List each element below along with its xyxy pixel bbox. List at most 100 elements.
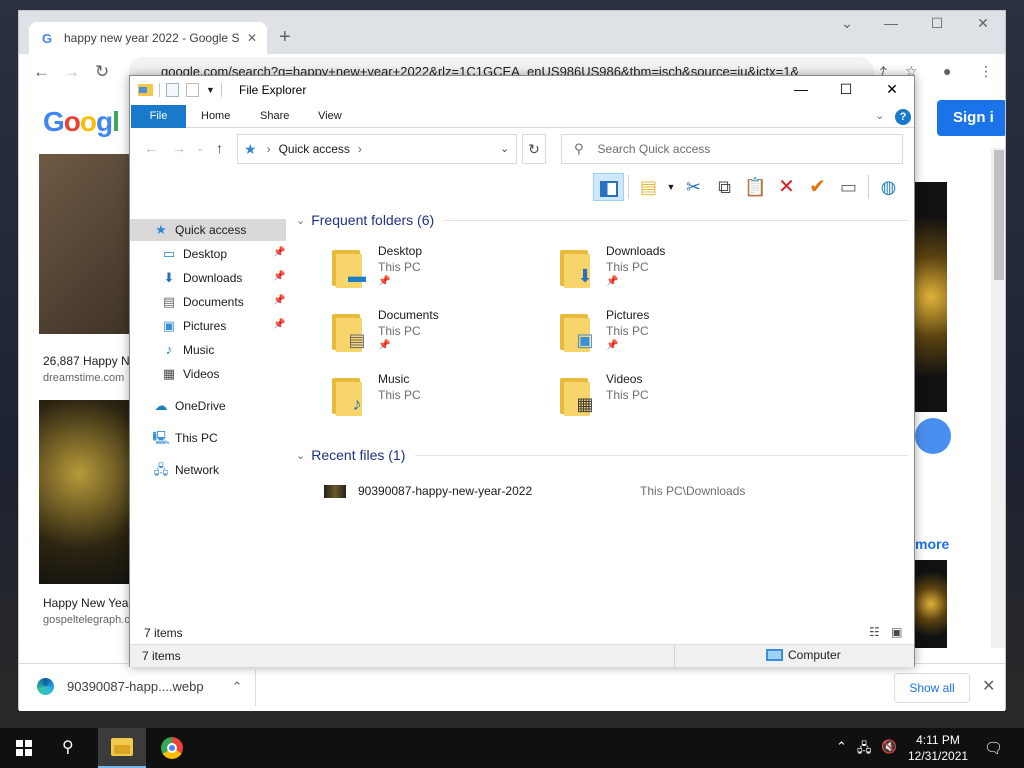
globe-icon[interactable]: ◍	[873, 173, 904, 201]
nav-item-downloads[interactable]: ⬇ Downloads	[160, 267, 286, 289]
close-button[interactable]: ✕	[963, 15, 1003, 32]
film-icon: ▦	[576, 394, 594, 414]
volume-muted-icon[interactable]: 🔇	[881, 739, 897, 761]
minimize-button[interactable]: —	[871, 15, 911, 31]
folder-location: This PC	[378, 388, 421, 402]
new-item-dropdown-icon[interactable]: ▼	[664, 173, 678, 201]
search-icon[interactable]: ⚲	[62, 737, 74, 757]
preview-pane-button[interactable]	[593, 173, 624, 201]
image-result-4[interactable]	[915, 560, 947, 648]
more-link[interactable]: more	[915, 536, 949, 552]
breadcrumb-separator-icon[interactable]: ›	[267, 142, 271, 156]
nav-item-videos[interactable]: ▦ Videos	[160, 363, 286, 385]
pin-icon[interactable]: 📌	[273, 247, 285, 258]
collapse-chevron-icon[interactable]: ⌄	[296, 449, 305, 462]
sign-in-button[interactable]: Sign i	[937, 100, 1005, 136]
expand-ribbon-icon[interactable]: ⌄	[875, 109, 884, 122]
scroll-thumb[interactable]	[994, 150, 1004, 280]
nav-item-this-pc[interactable]: 🖳 This PC	[152, 427, 286, 449]
pin-icon[interactable]: 📌	[273, 295, 285, 306]
explorer-address-bar[interactable]: ★ › Quick access › ⌄	[237, 134, 517, 164]
select-all-check-icon[interactable]: ✔	[802, 173, 833, 201]
nav-item-onedrive[interactable]: ☁ OneDrive	[152, 395, 286, 417]
folder-tile-music[interactable]: ♪ Music This PC	[332, 372, 552, 428]
google-logo[interactable]: Googl	[43, 106, 120, 138]
recent-locations-icon[interactable]: ⌄	[196, 143, 204, 154]
delete-icon[interactable]: ✕	[771, 173, 802, 201]
nav-item-network[interactable]: 🖧 Network	[152, 459, 286, 481]
menu-icon[interactable]: ⋮	[979, 63, 993, 80]
explorer-back-button[interactable]: ←	[144, 140, 158, 156]
folder-tile-downloads[interactable]: ⬇ Downloads This PC 📌	[560, 244, 780, 300]
rename-icon[interactable]: ▭	[833, 173, 864, 201]
chevron-down-icon[interactable]: ⌄	[827, 15, 867, 32]
collapse-chevron-icon[interactable]: ⌄	[296, 214, 305, 227]
image-caption-1[interactable]: 26,887 Happy N	[43, 354, 130, 368]
download-item[interactable]: 90390087-happ....webp ⌃	[37, 678, 243, 695]
explorer-forward-button[interactable]: →	[172, 140, 186, 156]
pin-icon[interactable]: 📌	[273, 319, 285, 330]
folder-tile-documents[interactable]: ▤ Documents This PC 📌	[332, 308, 552, 364]
frequent-folders-header[interactable]: ⌄ Frequent folders (6)	[296, 212, 908, 228]
page-scrollbar[interactable]	[991, 148, 1005, 648]
nav-item-documents[interactable]: ▤ Documents	[160, 291, 286, 313]
pin-icon[interactable]: 📌	[273, 271, 285, 282]
forward-button[interactable]: →	[63, 62, 80, 82]
chevron-up-icon[interactable]: ⌃	[836, 739, 847, 761]
help-icon[interactable]: ?	[895, 109, 911, 125]
explorer-search-input[interactable]: ⚲ Search Quick access	[561, 134, 903, 164]
tab-view[interactable]: View	[318, 105, 342, 128]
new-item-button[interactable]: ▤	[633, 173, 664, 201]
next-arrow-button[interactable]	[915, 418, 951, 454]
tab-home[interactable]: Home	[201, 105, 230, 128]
large-icons-view-icon[interactable]: ▣	[891, 625, 902, 639]
image-result-1[interactable]	[39, 154, 139, 334]
start-button[interactable]	[16, 740, 32, 756]
tab-share[interactable]: Share	[260, 105, 289, 128]
clock[interactable]: 4:11 PM 12/31/2021	[908, 732, 968, 764]
breadcrumb-quick-access[interactable]: Quick access	[279, 142, 350, 156]
chevron-up-icon[interactable]: ⌃	[232, 679, 243, 695]
nav-item-quick-access[interactable]: ★ Quick access	[130, 219, 286, 241]
profile-avatar[interactable]: ●	[943, 63, 951, 79]
explorer-minimize-button[interactable]: —	[778, 81, 824, 97]
maximize-button[interactable]: ☐	[917, 15, 957, 32]
recent-file-row[interactable]: 90390087-happy-new-year-2022 This PC\Dow…	[324, 482, 824, 500]
breadcrumb-chevron-icon[interactable]: ›	[358, 142, 362, 156]
show-all-button[interactable]: Show all	[894, 673, 970, 703]
explorer-close-button[interactable]: ✕	[869, 81, 915, 98]
back-button[interactable]: ←	[33, 62, 50, 82]
folder-tile-desktop[interactable]: ▬ Desktop This PC 📌	[332, 244, 552, 300]
cut-icon[interactable]: ✂	[678, 173, 709, 201]
address-dropdown-icon[interactable]: ⌄	[500, 142, 509, 155]
new-tab-button[interactable]: +	[279, 26, 291, 49]
tab-file[interactable]: File	[131, 105, 186, 128]
up-button[interactable]: ↑	[216, 140, 223, 156]
close-download-bar-icon[interactable]: ✕	[982, 676, 995, 696]
refresh-button[interactable]: ↻	[522, 134, 546, 164]
taskbar-file-explorer[interactable]	[98, 728, 146, 768]
recent-files-header[interactable]: ⌄ Recent files (1)	[296, 447, 908, 463]
taskbar-chrome[interactable]	[148, 728, 196, 768]
notification-icon[interactable]: 🗨	[984, 739, 1003, 757]
customize-dropdown-icon[interactable]: ▼	[206, 85, 215, 95]
copy-icon[interactable]: ⧉	[709, 173, 740, 201]
nav-item-music[interactable]: ♪ Music	[160, 339, 286, 361]
reload-button[interactable]: ↻	[95, 62, 109, 82]
new-folder-icon[interactable]	[186, 83, 199, 97]
folder-tile-pictures[interactable]: ▣ Pictures This PC 📌	[560, 308, 780, 364]
network-icon[interactable]: 🖧	[857, 739, 872, 761]
properties-icon[interactable]	[166, 83, 179, 97]
paste-icon[interactable]: 📋	[740, 173, 771, 201]
chrome-tab[interactable]: G happy new year 2022 - Google S ✕	[29, 22, 267, 54]
folder-tile-videos[interactable]: ▦ Videos This PC	[560, 372, 780, 428]
nav-item-pictures[interactable]: ▣ Pictures	[160, 315, 286, 337]
nav-item-desktop[interactable]: ▭ Desktop	[160, 243, 286, 265]
image-caption-2[interactable]: Happy New Yea	[43, 596, 128, 610]
image-result-2[interactable]	[39, 400, 139, 584]
image-result-3[interactable]	[915, 182, 947, 412]
explorer-maximize-button[interactable]: ☐	[823, 81, 869, 98]
tab-close-icon[interactable]: ✕	[247, 31, 257, 45]
details-view-icon[interactable]: ☷	[869, 625, 880, 639]
section-title: Frequent folders (6)	[311, 212, 435, 228]
